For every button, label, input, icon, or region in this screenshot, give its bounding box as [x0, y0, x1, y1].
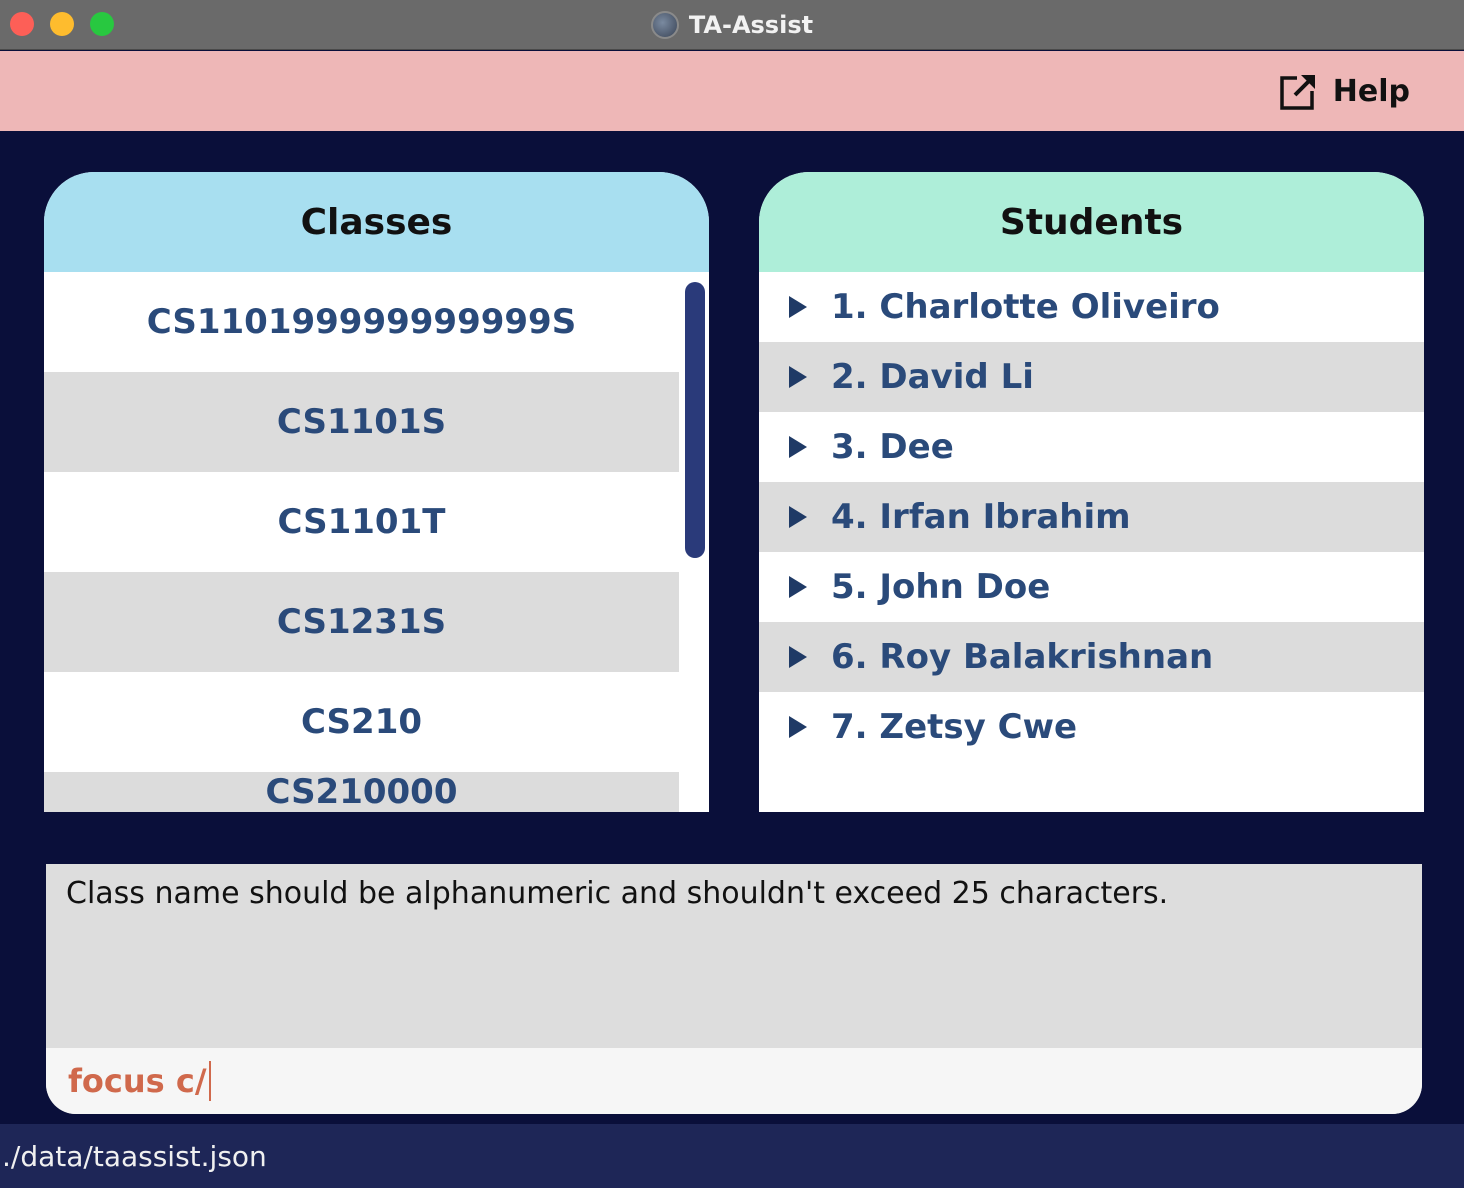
result-message: Class name should be alphanumeric and sh… — [66, 876, 1169, 911]
student-name: 2. David Li — [831, 357, 1034, 397]
help-label: Help — [1332, 73, 1410, 109]
students-panel: Students 1. Charlotte Oliveiro 2. David … — [759, 172, 1424, 812]
status-bar: ./data/taassist.json — [0, 1124, 1464, 1188]
expand-arrow-icon[interactable] — [789, 366, 807, 388]
student-name: 3. Dee — [831, 427, 954, 467]
expand-arrow-icon[interactable] — [789, 296, 807, 318]
classes-panel: Classes CS110199999999999S CS1101S CS110… — [44, 172, 709, 812]
class-list-item[interactable]: CS1231S — [44, 572, 679, 672]
student-list-item[interactable]: 5. John Doe — [759, 552, 1424, 622]
classes-header: Classes — [44, 172, 709, 272]
window-title-group: TA-Assist — [0, 0, 1464, 50]
students-list: 1. Charlotte Oliveiro 2. David Li 3. Dee… — [759, 272, 1424, 762]
class-list-item[interactable]: CS210000 — [44, 772, 679, 812]
student-name: 7. Zetsy Cwe — [831, 707, 1078, 747]
student-name: 5. John Doe — [831, 567, 1051, 607]
class-list-item[interactable]: CS1101T — [44, 472, 679, 572]
student-list-item[interactable]: 4. Irfan Ibrahim — [759, 482, 1424, 552]
window-title: TA-Assist — [688, 11, 814, 39]
students-header: Students — [759, 172, 1424, 272]
app-logo-icon — [650, 11, 679, 39]
classes-list[interactable]: CS110199999999999S CS1101S CS1101T CS123… — [44, 272, 679, 812]
class-list-item[interactable]: CS210 — [44, 672, 679, 772]
student-list-item[interactable]: 3. Dee — [759, 412, 1424, 482]
text-cursor — [208, 1061, 211, 1101]
external-link-icon — [1280, 73, 1317, 110]
student-name: 6. Roy Balakrishnan — [831, 637, 1214, 677]
student-list-item[interactable]: 6. Roy Balakrishnan — [759, 622, 1424, 692]
title-bar: TA-Assist — [0, 0, 1464, 50]
help-menu-button[interactable]: Help — [1279, 71, 1410, 111]
student-name: 1. Charlotte Oliveiro — [831, 287, 1220, 327]
student-name: 4. Irfan Ibrahim — [831, 497, 1131, 537]
expand-arrow-icon[interactable] — [789, 646, 807, 668]
data-file-path: ./data/taassist.json — [2, 1139, 267, 1173]
expand-arrow-icon[interactable] — [789, 506, 807, 528]
expand-arrow-icon[interactable] — [789, 436, 807, 458]
student-list-item[interactable]: 7. Zetsy Cwe — [759, 692, 1424, 762]
command-input[interactable]: focus c/ — [46, 1048, 1422, 1114]
class-list-item[interactable]: CS110199999999999S — [44, 272, 679, 372]
expand-arrow-icon[interactable] — [789, 716, 807, 738]
menu-bar: Help — [0, 51, 1464, 131]
result-display: Class name should be alphanumeric and sh… — [46, 864, 1422, 1114]
student-list-item[interactable]: 2. David Li — [759, 342, 1424, 412]
command-input-text: focus c/ — [68, 1062, 207, 1100]
expand-arrow-icon[interactable] — [789, 576, 807, 598]
student-list-item[interactable]: 1. Charlotte Oliveiro — [759, 272, 1424, 342]
class-list-item[interactable]: CS1101S — [44, 372, 679, 472]
classes-scrollbar[interactable] — [685, 282, 705, 558]
